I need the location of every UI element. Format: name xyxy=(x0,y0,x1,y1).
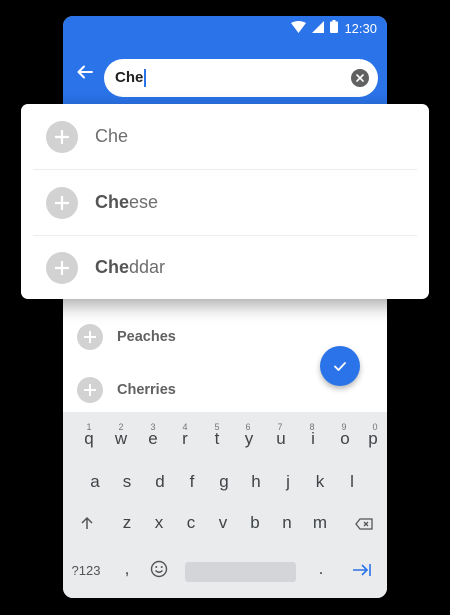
key-g[interactable]: g xyxy=(210,472,238,492)
symbols-key[interactable]: ?123 xyxy=(69,563,103,578)
plus-icon xyxy=(55,129,69,144)
plus-icon xyxy=(84,384,96,396)
backspace-key[interactable] xyxy=(350,515,378,535)
confirm-fab-button[interactable] xyxy=(320,346,360,386)
key-l[interactable]: l xyxy=(338,472,366,492)
back-button[interactable] xyxy=(75,64,95,84)
suggestion-completion: ese xyxy=(129,192,159,212)
suggestion-item[interactable]: Cheese xyxy=(21,170,429,235)
add-suggestion-button[interactable] xyxy=(46,120,78,153)
list-item[interactable]: Cherries xyxy=(77,376,176,404)
key-m[interactable]: m xyxy=(306,513,334,533)
soft-keyboard: 1 2 3 4 5 6 7 8 9 0 q w e r t y u i o p … xyxy=(63,412,387,598)
key-w[interactable]: w xyxy=(107,429,135,449)
key-p[interactable]: p xyxy=(359,429,387,449)
key-f[interactable]: f xyxy=(178,472,206,492)
clear-search-button[interactable] xyxy=(351,69,369,87)
key-y[interactable]: y xyxy=(235,429,263,449)
status-icons: 12:30 xyxy=(291,20,377,38)
tab-next-icon xyxy=(353,564,371,576)
plus-icon xyxy=(55,195,69,210)
key-z[interactable]: z xyxy=(113,513,141,533)
suggestion-label: Che xyxy=(95,126,128,147)
status-time: 12:30 xyxy=(344,21,377,36)
text-caret xyxy=(144,69,146,87)
key-j[interactable]: j xyxy=(274,472,302,492)
enter-key[interactable] xyxy=(348,562,376,582)
key-c[interactable]: c xyxy=(177,513,205,533)
list-item-label: Peaches xyxy=(117,329,176,345)
shift-key[interactable] xyxy=(73,515,101,535)
arrow-left-icon xyxy=(77,65,93,84)
add-button[interactable] xyxy=(77,377,103,403)
suggestion-label: Cheddar xyxy=(95,257,165,278)
add-suggestion-button[interactable] xyxy=(46,186,78,219)
key-a[interactable]: a xyxy=(81,472,109,492)
app-bar: Che xyxy=(63,42,387,109)
plus-icon xyxy=(84,331,96,343)
key-o[interactable]: o xyxy=(331,429,359,449)
suggestion-item[interactable]: Cheddar xyxy=(21,235,429,300)
signal-icon xyxy=(312,20,325,38)
shift-arrow-icon xyxy=(81,516,93,529)
key-i[interactable]: i xyxy=(299,429,327,449)
key-b[interactable]: b xyxy=(241,513,269,533)
key-e[interactable]: e xyxy=(139,429,167,449)
key-h[interactable]: h xyxy=(242,472,270,492)
key-r[interactable]: r xyxy=(171,429,199,449)
wifi-icon xyxy=(291,20,307,38)
emoji-icon xyxy=(150,560,168,578)
key-v[interactable]: v xyxy=(209,513,237,533)
key-t[interactable]: t xyxy=(203,429,231,449)
key-k[interactable]: k xyxy=(306,472,334,492)
period-key[interactable]: . xyxy=(307,559,335,579)
key-q[interactable]: q xyxy=(75,429,103,449)
plus-icon xyxy=(55,260,69,275)
add-suggestion-button[interactable] xyxy=(46,251,78,284)
add-button[interactable] xyxy=(77,324,103,350)
suggestion-completion: ddar xyxy=(129,257,166,277)
search-query: Che xyxy=(115,69,146,87)
key-s[interactable]: s xyxy=(113,472,141,492)
space-key[interactable] xyxy=(185,562,296,582)
list-item[interactable]: Peaches xyxy=(77,323,176,351)
search-value: Che xyxy=(115,69,144,86)
key-u[interactable]: u xyxy=(267,429,295,449)
clear-circle-icon xyxy=(356,69,364,87)
list-item-label: Cherries xyxy=(117,382,176,398)
emoji-key[interactable] xyxy=(145,560,173,583)
status-bar: 12:30 xyxy=(63,16,387,42)
suggestion-label: Cheese xyxy=(95,192,158,213)
comma-key[interactable]: , xyxy=(113,559,141,579)
search-input[interactable]: Che xyxy=(104,59,378,97)
suggestion-item[interactable]: Che xyxy=(21,104,429,169)
backspace-icon xyxy=(355,518,373,530)
suggestion-typed: Che xyxy=(95,257,130,277)
key-n[interactable]: n xyxy=(273,513,301,533)
checkmark-icon xyxy=(334,361,346,371)
key-x[interactable]: x xyxy=(145,513,173,533)
suggestion-popup: Che Cheese Cheddar xyxy=(21,104,429,299)
suggestion-typed: Che xyxy=(95,126,129,146)
battery-icon xyxy=(330,20,339,38)
suggestion-typed: Che xyxy=(95,192,130,212)
key-d[interactable]: d xyxy=(146,472,174,492)
